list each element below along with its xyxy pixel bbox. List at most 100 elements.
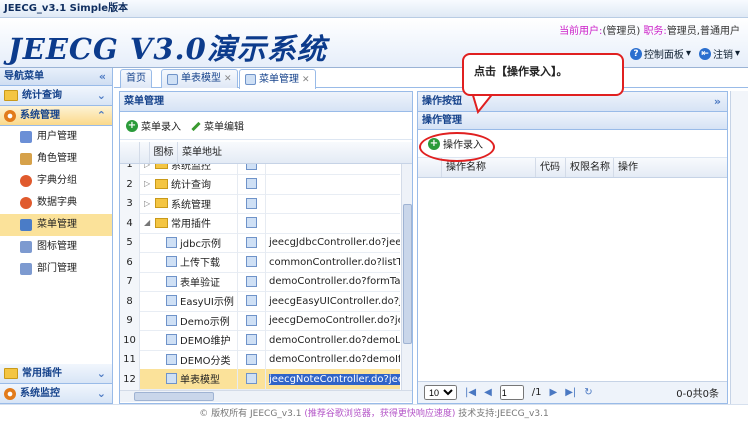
row-icon-cell: [238, 232, 266, 252]
row-url-text: demoController.do?demoList: [269, 334, 400, 346]
scroll-thumb[interactable]: [134, 392, 214, 401]
row-url-text: demoController.do?formTabs: [269, 276, 400, 287]
row-icon-cell: [238, 329, 266, 350]
last-page-icon[interactable]: ▶|: [565, 387, 576, 398]
role-label: 职务:: [643, 26, 667, 37]
col-header[interactable]: 操作: [614, 158, 674, 177]
tab-label: 首页: [126, 73, 146, 84]
tab-strip: 首页 单表模型 ✕ 菜单管理 ✕: [114, 68, 748, 89]
expand-section-icon: ⌄: [96, 89, 106, 102]
table-row[interactable]: 6 上传下载 commonController.do?listTurn: [120, 251, 400, 273]
page-size-select[interactable]: 10: [424, 385, 457, 400]
col-header[interactable]: 代码: [536, 158, 566, 177]
scroll-thumb[interactable]: [403, 204, 412, 344]
row-icon-cell: [238, 271, 266, 291]
edit-menu-button[interactable]: 菜单编辑: [189, 118, 244, 133]
row-name-cell: 上传下载: [140, 251, 238, 272]
image-icon: [20, 241, 32, 253]
nav-item-label: 角色管理: [37, 153, 77, 164]
chevron-down-icon: ▾: [734, 48, 740, 59]
menu-icon: [246, 295, 257, 306]
logout-menu[interactable]: ⇤ 注销 ▾: [698, 46, 740, 61]
vertical-scrollbar[interactable]: [401, 164, 412, 390]
folder-icon: [155, 217, 168, 228]
nav-title-bar: 导航菜单 «: [0, 68, 112, 86]
menu-icon: [246, 236, 257, 248]
horizontal-scrollbar[interactable]: [120, 390, 412, 402]
user-label: 当前用户:: [559, 26, 603, 37]
add-icon: +: [126, 119, 138, 132]
table-row[interactable]: 9 Demo示例 jeecgDemoController.do?jeecg: [120, 310, 400, 331]
nav-item-label: 菜单管理: [37, 219, 77, 230]
nav-section-system[interactable]: 系统管理 ⌃: [0, 106, 112, 126]
row-icon-cell: [238, 212, 266, 233]
row-number: 11: [120, 349, 140, 369]
table-row[interactable]: 10 DEMO维护 demoController.do?demoList: [120, 329, 400, 351]
first-page-icon[interactable]: |◀: [465, 387, 476, 398]
nav-section-label: 常用插件: [22, 367, 62, 379]
close-icon[interactable]: ✕: [224, 70, 232, 88]
table-row[interactable]: 8 EasyUI示例 jeecgEasyUIController.do?jeec: [120, 290, 400, 312]
table-row[interactable]: 2 ▷ 统计查询: [120, 173, 400, 195]
tab-single-table[interactable]: 单表模型 ✕: [161, 69, 238, 88]
table-row[interactable]: 3 ▷ 系统管理: [120, 193, 400, 214]
right-scrollbar[interactable]: [730, 91, 748, 404]
collapse-nav-icon[interactable]: «: [99, 68, 106, 86]
tab-home[interactable]: 首页: [120, 69, 152, 88]
nav-section-stats[interactable]: 统计查询 ⌄: [0, 86, 112, 106]
table-row[interactable]: 4 ◢ 常用插件: [120, 212, 400, 234]
table-row[interactable]: 11 DEMO分类 demoController.do?demoIfram: [120, 349, 400, 370]
table-row[interactable]: 7 表单验证 demoController.do?formTabs: [120, 271, 400, 292]
row-name: DEMO维护: [180, 336, 231, 347]
page-total: /1: [531, 387, 542, 398]
nav-section-monitor[interactable]: 系统监控 ⌄: [0, 384, 112, 404]
nav-item-label: 数据字典: [37, 197, 77, 208]
menu-panel: 菜单管理 + 菜单录入 菜单编辑 1 ▷ 系统监控 2 ▷ 统计查询 3 ▷ 系统管理 4 ◢ 常用插件…: [119, 91, 413, 404]
row-number: 8: [120, 290, 140, 311]
expand-arrow-icon[interactable]: ◢: [144, 218, 152, 227]
table-row[interactable]: 5 jdbc示例 jeecgJdbcController.do?jeecgJ: [120, 232, 400, 253]
nav-item-dict-groups[interactable]: 字典分组: [0, 170, 112, 192]
col-header-url[interactable]: 菜单地址: [178, 142, 222, 164]
prev-page-icon[interactable]: ◀: [484, 387, 492, 398]
page-icon: [166, 334, 177, 345]
op-panel-title: 操作按钮: [422, 96, 462, 107]
next-page-icon[interactable]: ▶: [550, 387, 558, 398]
row-url: demoController.do?demoIfram: [266, 349, 400, 369]
nav-item-label: 用户管理: [37, 131, 77, 142]
tab-menu-manage[interactable]: 菜单管理 ✕: [239, 69, 316, 89]
table-row[interactable]: 12 单表模型 jeecgNoteController.do?jeecgl: [120, 368, 400, 390]
add-menu-button[interactable]: + 菜单录入: [126, 118, 181, 133]
folder-icon: [4, 90, 18, 101]
nav-item-users[interactable]: 用户管理: [0, 126, 112, 148]
expand-arrow-icon[interactable]: ▷: [144, 179, 152, 188]
nav-section-label: 系统监控: [20, 387, 60, 399]
collapse-panel-icon[interactable]: »: [714, 92, 721, 112]
nav-item-menus[interactable]: 菜单管理: [0, 214, 112, 236]
page-input[interactable]: [499, 385, 524, 400]
nav-item-data-dict[interactable]: 数据字典: [0, 192, 112, 214]
footer: © 版权所有 JEECG_v3.1 (推荐谷歌浏览器，获得更快响应速度) 技术支…: [0, 404, 748, 422]
control-panel-label: 控制面板: [643, 50, 684, 61]
nav-item-roles[interactable]: 角色管理: [0, 148, 112, 170]
row-name-cell: EasyUI示例: [140, 290, 238, 311]
close-icon[interactable]: ✕: [302, 71, 310, 89]
col-header-icon[interactable]: 图标: [150, 142, 178, 163]
page-icon: [166, 353, 177, 365]
pager-summary: 0-0共0条: [676, 389, 719, 400]
control-panel-menu[interactable]: ? 控制面板 ▾: [629, 46, 691, 61]
col-header[interactable]: 权限名称: [566, 158, 614, 177]
logout-label: 注销: [712, 50, 733, 61]
row-number: 2: [120, 173, 140, 194]
footer-copyright: © 版权所有 JEECG_v3.1: [199, 409, 302, 419]
row-name: DEMO分类: [180, 355, 231, 367]
expand-arrow-icon[interactable]: ▷: [144, 199, 152, 208]
row-url: jeecgEasyUIController.do?jeec: [266, 291, 400, 311]
row-name-cell: 表单验证: [140, 271, 238, 291]
row-name-cell: 单表模型: [140, 368, 238, 389]
nav-item-departments[interactable]: 部门管理: [0, 258, 112, 280]
row-url-text: jeecgJdbcController.do?jeecgJ: [269, 237, 400, 248]
nav-section-plugins[interactable]: 常用插件 ⌄: [0, 364, 112, 384]
refresh-icon[interactable]: ↻: [584, 387, 592, 398]
nav-item-icons[interactable]: 图标管理: [0, 236, 112, 258]
